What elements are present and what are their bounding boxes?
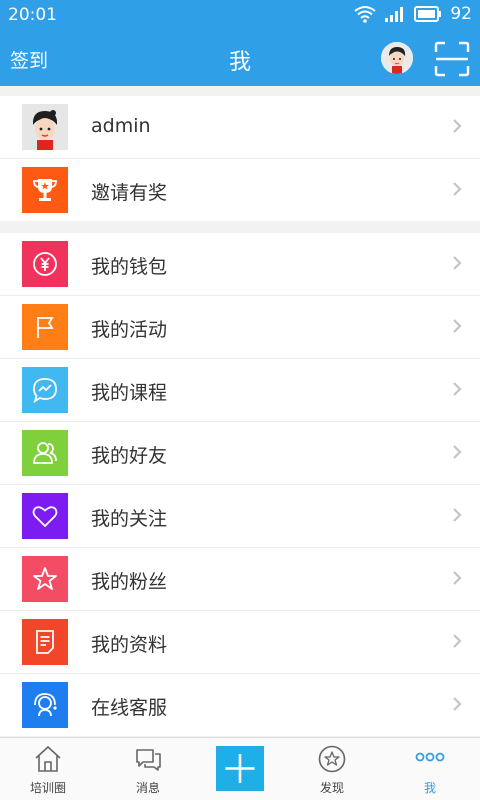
tab-me[interactable]: 我 — [382, 738, 478, 800]
chevron-right-icon — [453, 382, 462, 396]
menu-item-wallet[interactable]: 我的钱包 — [0, 233, 480, 296]
menu-group: 我的钱包 我的活动 我的课程 我的好友 我的关注 我的粉丝 我的资料 在线客服 — [0, 233, 480, 736]
heart-icon-box — [22, 493, 68, 539]
heart-icon — [32, 506, 58, 528]
tab-label: 我 — [423, 781, 436, 795]
status-time: 20:01 — [8, 5, 57, 25]
trophy-icon — [33, 179, 57, 201]
headset-icon-box — [22, 682, 68, 728]
headset-icon — [34, 693, 57, 717]
menu-item-label: 我的好友 — [91, 445, 168, 467]
flag-icon — [37, 317, 54, 338]
wallet-icon-box — [22, 241, 68, 287]
bottom-tab-bar: 培训圈 消息 发现 我 — [0, 737, 480, 800]
menu-item-friends[interactable]: 我的好友 — [0, 422, 480, 485]
chevron-right-icon — [453, 634, 462, 648]
profile-row[interactable]: admin — [0, 96, 480, 159]
more-dots-icon — [415, 752, 445, 762]
wifi-icon — [354, 6, 376, 23]
status-bar: 20:01 92 — [0, 0, 480, 32]
battery-level: 92 — [450, 4, 472, 24]
menu-item-activities[interactable]: 我的活动 — [0, 296, 480, 359]
menu-item-fans[interactable]: 我的粉丝 — [0, 548, 480, 611]
tab-label: 培训圈 — [29, 781, 66, 795]
plus-icon — [225, 754, 255, 783]
add-button[interactable] — [216, 746, 264, 791]
app-header: 签到 我 — [0, 32, 480, 86]
profile-group: admin 邀请有奖 — [0, 96, 480, 221]
wallet-icon — [33, 252, 57, 276]
header-avatar[interactable] — [381, 42, 413, 74]
chevron-right-icon — [453, 182, 462, 196]
flag-icon-box — [22, 304, 68, 350]
menu-item-following[interactable]: 我的关注 — [0, 485, 480, 548]
tab-discover[interactable]: 发现 — [284, 738, 380, 800]
discover-star-icon — [318, 745, 346, 773]
menu-item-label: 我的钱包 — [91, 256, 168, 278]
friends-icon — [33, 442, 57, 464]
profile-name: admin — [91, 115, 151, 137]
home-icon — [35, 745, 61, 772]
tab-label: 消息 — [135, 781, 160, 795]
chevron-right-icon — [453, 571, 462, 585]
main-list: admin 邀请有奖 我的钱包 我的活动 我的课程 我的好友 我的关注 我的粉丝… — [0, 96, 480, 736]
battery-icon — [414, 6, 442, 22]
chevron-right-icon — [453, 256, 462, 270]
tab-training[interactable]: 培训圈 — [0, 738, 96, 800]
invite-label: 邀请有奖 — [91, 182, 168, 204]
invite-row[interactable]: 邀请有奖 — [0, 159, 480, 221]
courses-icon-box — [22, 367, 68, 413]
menu-item-support[interactable]: 在线客服 — [0, 674, 480, 736]
friends-icon-box — [22, 430, 68, 476]
chat-bubble-icon — [33, 378, 57, 403]
chevron-right-icon — [453, 445, 462, 459]
avatar-icon — [22, 104, 68, 150]
profile-avatar — [22, 104, 68, 150]
tab-label: 发现 — [319, 781, 344, 795]
menu-item-label: 我的粉丝 — [91, 571, 168, 593]
menu-item-label: 我的活动 — [91, 319, 168, 341]
chevron-right-icon — [453, 319, 462, 333]
tab-messages[interactable]: 消息 — [100, 738, 196, 800]
document-icon-box — [22, 619, 68, 665]
menu-item-label: 我的资料 — [91, 634, 168, 656]
star-icon — [33, 567, 57, 590]
avatar-icon — [381, 42, 413, 74]
messages-icon — [136, 749, 161, 771]
chevron-right-icon — [453, 508, 462, 522]
menu-item-label: 我的课程 — [91, 382, 168, 404]
document-icon — [36, 630, 54, 654]
chevron-right-icon — [453, 697, 462, 711]
chevron-right-icon — [453, 119, 462, 133]
scan-icon[interactable] — [434, 41, 470, 77]
star-icon-box — [22, 556, 68, 602]
signal-icon — [385, 7, 404, 22]
menu-item-label: 在线客服 — [91, 697, 168, 719]
menu-item-label: 我的关注 — [91, 508, 168, 530]
menu-item-courses[interactable]: 我的课程 — [0, 359, 480, 422]
menu-item-profile-info[interactable]: 我的资料 — [0, 611, 480, 674]
invite-icon-box — [22, 167, 68, 213]
